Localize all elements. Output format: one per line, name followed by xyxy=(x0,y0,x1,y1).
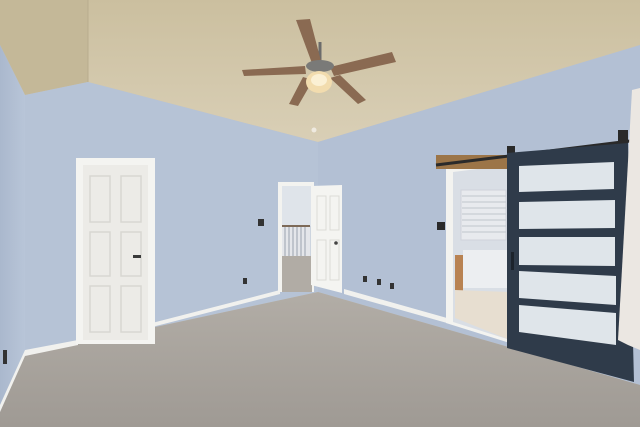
closet-door[interactable] xyxy=(76,158,155,344)
outlet xyxy=(363,276,367,282)
hallway-doorway[interactable] xyxy=(278,182,314,292)
bedroom-scene xyxy=(0,0,640,427)
light-switch[interactable] xyxy=(258,219,264,226)
outlet xyxy=(243,278,247,284)
door-handle[interactable] xyxy=(133,255,141,258)
open-door[interactable] xyxy=(311,185,342,293)
ceiling-light-dot xyxy=(311,127,317,133)
barn-sliding-door[interactable] xyxy=(507,143,634,382)
bathtub xyxy=(463,250,509,288)
door-knob[interactable] xyxy=(334,241,338,245)
outlet xyxy=(390,283,394,289)
light-switch[interactable] xyxy=(437,222,445,230)
barn-door-handle[interactable] xyxy=(511,252,514,270)
outlet xyxy=(377,279,381,285)
stair-railing xyxy=(282,226,310,256)
bathroom-doorway[interactable] xyxy=(446,159,510,343)
outlet xyxy=(3,350,7,364)
